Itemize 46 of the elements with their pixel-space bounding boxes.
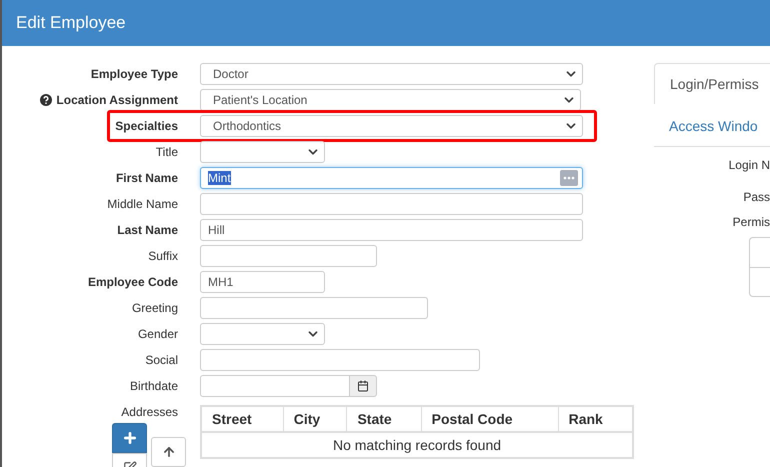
column-header: State <box>346 406 422 432</box>
field-label: Permis <box>732 214 770 231</box>
field-label: Birthdate <box>130 379 178 393</box>
date-field[interactable] <box>200 375 350 397</box>
permissions-list <box>749 237 770 297</box>
field-label: First Name <box>116 171 178 185</box>
field-label: Pass <box>743 189 770 206</box>
field-label: Greeting <box>132 301 178 315</box>
field-label: Middle Name <box>107 197 178 211</box>
input-field[interactable]: Mint <box>200 167 583 189</box>
input-field[interactable] <box>200 349 480 371</box>
select-field[interactable]: Patient's Location <box>200 89 581 111</box>
input-field[interactable] <box>200 193 583 215</box>
select-field[interactable]: Orthodontics <box>200 115 583 137</box>
field-label: Title <box>156 145 178 159</box>
field-label: Login N <box>728 157 770 174</box>
input-field[interactable] <box>200 297 428 319</box>
column-header: Street <box>201 406 284 432</box>
tab[interactable]: Access Windo <box>654 106 770 146</box>
column-header: City <box>283 406 347 432</box>
move-up-button[interactable] <box>151 437 186 467</box>
select-field[interactable] <box>200 323 325 345</box>
field-label: Last Name <box>117 223 178 237</box>
empty-message: No matching records found <box>201 432 633 458</box>
field-label: Suffix <box>148 249 178 263</box>
select-field[interactable] <box>200 141 325 163</box>
input-field[interactable]: MH1 <box>200 271 325 293</box>
field-label: Employee Type <box>90 67 178 81</box>
field-label: Addresses <box>121 405 178 419</box>
more-icon[interactable] <box>560 170 578 186</box>
field-label: Location Assignment <box>56 93 178 107</box>
add-button[interactable] <box>112 423 147 453</box>
calendar-icon <box>357 380 369 392</box>
field-label: Social <box>145 353 178 367</box>
window-title: Edit Employee <box>16 13 126 33</box>
input-field[interactable] <box>200 245 377 267</box>
column-header: Postal Code <box>421 406 558 432</box>
field-label: Employee Code <box>88 275 178 289</box>
field-label: Gender <box>138 327 178 341</box>
input-field[interactable]: Hill <box>200 219 583 241</box>
field-label: Specialties <box>115 119 178 133</box>
tab[interactable]: Login/Permiss <box>654 63 770 104</box>
select-field[interactable]: Doctor <box>200 63 583 85</box>
plus-icon <box>122 430 138 446</box>
help-icon[interactable] <box>40 94 52 106</box>
calendar-button[interactable] <box>350 375 377 397</box>
